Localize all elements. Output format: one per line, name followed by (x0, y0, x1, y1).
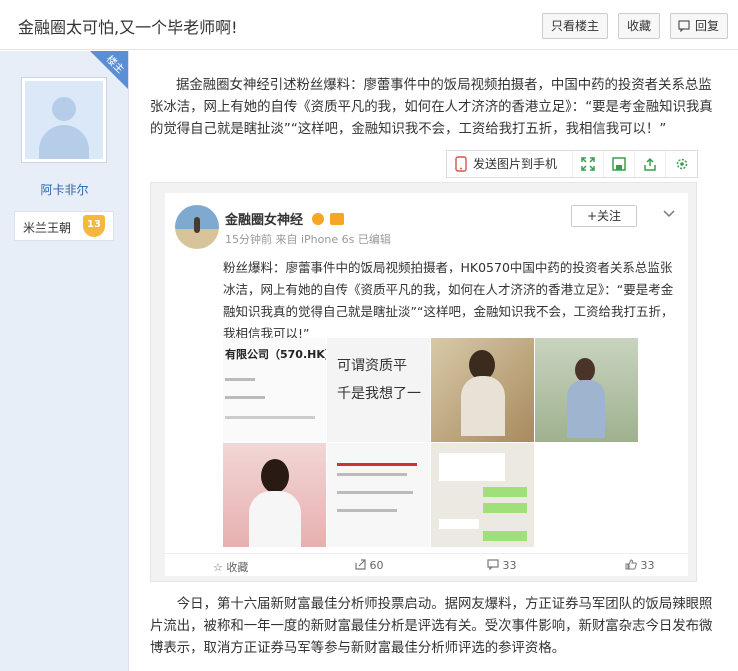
level-badge: 13 (83, 215, 105, 237)
post-paragraph-2: 今日，第十六届新财富最佳分析师投票启动。据网友爆料，方正证券马军团队的饭局辣眼照… (150, 597, 713, 656)
reply-label: 回复 (694, 19, 719, 33)
embedded-image[interactable]: 金融圈女神经 15分钟前 来自 iPhone 6s 已编辑 +关注 粉丝爆料：廖… (150, 182, 697, 582)
weibo-account-name: 金融圈女神经 (225, 209, 345, 228)
favorite-button[interactable]: 收藏 (618, 13, 660, 39)
share-icon (644, 157, 656, 171)
send-to-phone-button[interactable]: 发送图片到手机 (447, 151, 573, 177)
image-settings-button[interactable] (666, 151, 697, 177)
member-badge[interactable]: 米兰王朝 13 (14, 211, 114, 241)
thread-title: 金融圈太可怕,又一个毕老师啊! (18, 18, 238, 37)
gear-icon (676, 158, 687, 170)
weibo-like-count: 33 (625, 559, 655, 572)
weibo-share-count: 60 (355, 559, 384, 572)
weibo-action-bar: ☆ 收藏 60 33 33 (165, 553, 688, 576)
weibo-avatar (175, 205, 219, 249)
comment-icon (487, 559, 499, 571)
save-image-button[interactable] (604, 151, 635, 177)
weibo-photo-2: 可谓资质平 千是我想了一 (327, 338, 430, 442)
chevron-down-icon (663, 207, 675, 221)
weibo-photo-6 (327, 443, 430, 547)
follow-button: +关注 (571, 205, 637, 227)
post-paragraph-1: 据金融圈女神经引述粉丝爆料：廖蕾事件中的饭局视频拍摄者，中国中药的投资者关系总监… (150, 78, 713, 137)
save-icon (612, 157, 626, 171)
only-op-button[interactable]: 只看楼主 (542, 13, 608, 39)
repost-icon (355, 559, 366, 570)
weibo-text: 粉丝爆料：廖蕾事件中的饭局视频拍摄者，HK0570中国中药的投资者关系总监张冰洁… (223, 260, 674, 341)
badge-name: 米兰王朝 (23, 221, 72, 235)
share-image-button[interactable] (635, 151, 666, 177)
phone-icon (455, 156, 467, 172)
weibo-meta: 15分钟前 来自 iPhone 6s 已编辑 (225, 233, 391, 246)
avatar[interactable] (21, 77, 107, 163)
reply-icon (678, 20, 690, 32)
weibo-favorite: ☆ 收藏 (213, 561, 249, 574)
reply-button[interactable]: 回复 (670, 13, 728, 39)
weibo-photo-7 (431, 443, 534, 547)
weibo-card: 金融圈女神经 15分钟前 来自 iPhone 6s 已编辑 +关注 粉丝爆料：廖… (165, 193, 688, 576)
expand-icon (581, 157, 595, 171)
verified-icon (311, 213, 324, 225)
thumbs-up-icon (625, 559, 637, 570)
username-link[interactable]: 阿卡非尔 (0, 181, 129, 198)
vip-icon (330, 213, 345, 225)
weibo-photo-3 (431, 338, 534, 442)
fullscreen-button[interactable] (573, 151, 604, 177)
weibo-photo-1: 有限公司（570.HK） (223, 338, 326, 442)
image-toolbar: 发送图片到手机 (446, 150, 698, 178)
thread-header: 金融圈太可怕,又一个毕老师啊! 只看楼主 收藏 回复 (0, 0, 738, 50)
weibo-photo-5 (223, 443, 326, 547)
weibo-photo-4 (535, 338, 638, 442)
author-panel: 楼主 阿卡非尔 米兰王朝 13 (0, 51, 129, 671)
weibo-comment-count: 33 (487, 559, 517, 572)
